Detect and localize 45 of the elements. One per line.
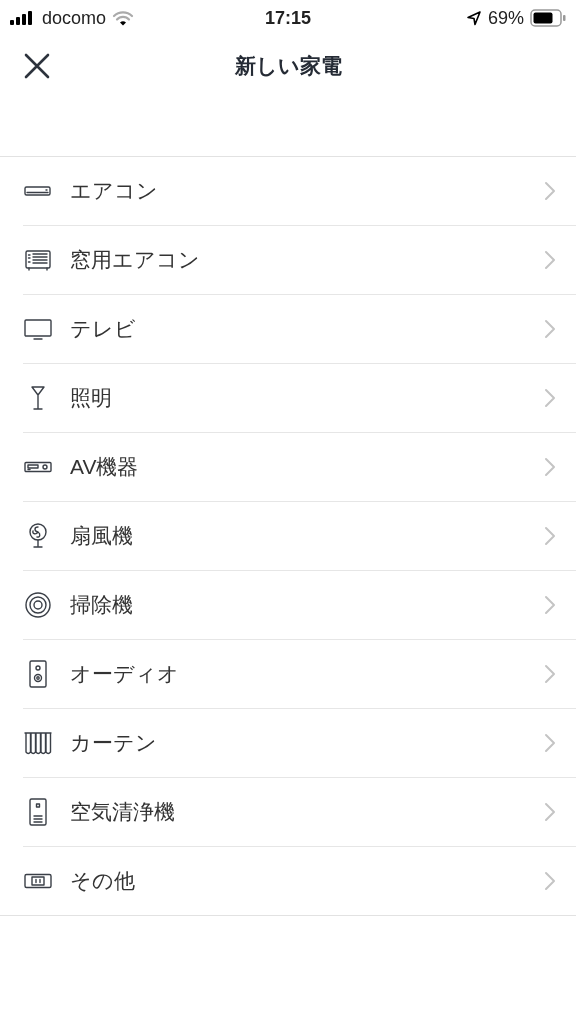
chevron-right-icon [544,664,556,684]
location-arrow-icon [465,10,482,26]
chevron-right-icon [544,250,556,270]
battery-percentage: 69% [487,6,524,30]
chevron-right-icon [544,871,556,891]
appliance-name: その他 [70,868,135,895]
appliance-name: 照明 [70,385,112,412]
appliance-name: 窓用エアコン [70,247,200,274]
chevron-right-icon [544,802,556,822]
clock-time: 17:15 [265,6,311,30]
wifi-icon [112,10,135,26]
close-icon [24,53,50,79]
appliance-list-item[interactable]: エアコン [0,157,576,225]
chevron-right-icon [544,526,556,546]
battery-icon [530,9,566,27]
appliance-list-item[interactable]: カーテン [0,709,576,777]
appliance-list-item[interactable]: 空気清浄機 [0,778,576,846]
screen-title: 新しい家電 [234,53,342,80]
appliance-list-item[interactable]: オーディオ [0,640,576,708]
chevron-right-icon [544,595,556,615]
appliance-list-item[interactable]: テレビ [0,295,576,363]
appliance-name: オーディオ [70,661,179,688]
appliance-name: カーテン [70,730,157,757]
appliance-list-item[interactable]: AV機器 [0,433,576,501]
appliance-name: エアコン [70,178,158,205]
appliance-list-item[interactable]: 扇風機 [0,502,576,570]
av-receiver-icon [23,461,53,473]
chevron-right-icon [544,388,556,408]
appliance-list-item[interactable]: その他 [0,847,576,915]
appliance-list-item[interactable]: 窓用エアコン [0,226,576,294]
chevron-right-icon [544,319,556,339]
appliance-list-item[interactable]: 掃除機 [0,571,576,639]
appliance-name: 空気清浄機 [70,799,175,826]
chevron-right-icon [544,181,556,201]
appliance-list-item[interactable]: 照明 [0,364,576,432]
chevron-right-icon [544,457,556,477]
chevron-right-icon [544,733,556,753]
outlet-icon [23,873,53,889]
carrier-name: docomo [42,6,107,30]
robot-vacuum-icon [23,590,53,620]
air-conditioner-icon [23,185,53,197]
appliance-name: AV機器 [70,454,139,481]
appliance-name: 扇風機 [70,523,133,550]
appliance-name: 掃除機 [70,592,133,619]
appliance-name: テレビ [70,316,136,343]
